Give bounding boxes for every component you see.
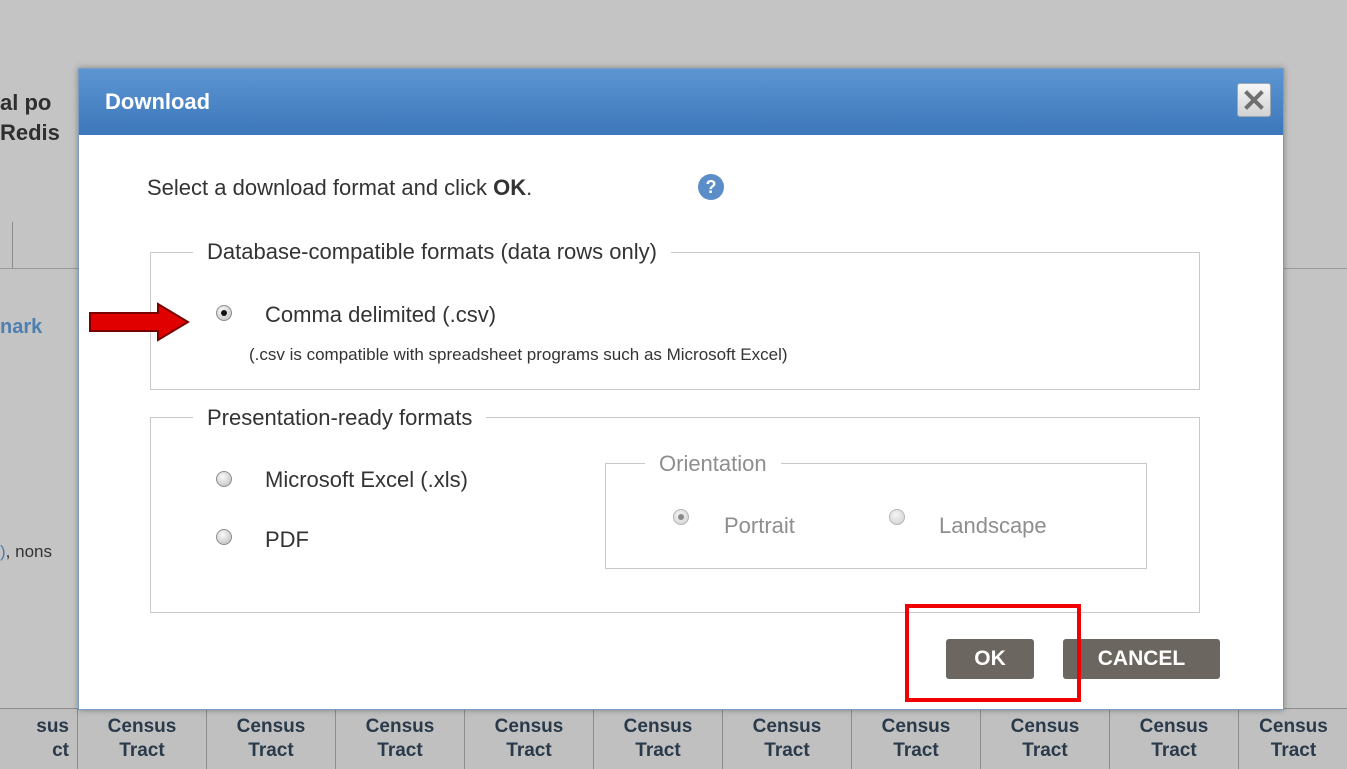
- table-header-cell: Census Tract: [593, 709, 722, 769]
- pdf-radio[interactable]: [216, 529, 232, 545]
- background-note: ), nons: [0, 542, 52, 561]
- svg-text:?: ?: [706, 177, 717, 197]
- landscape-radio[interactable]: [889, 509, 905, 525]
- background-link[interactable]: nark: [0, 316, 60, 339]
- table-header-cell: Census Tract: [980, 709, 1109, 769]
- table-header-cell: Census Tract: [722, 709, 851, 769]
- table-header-cell: Census Tract: [77, 709, 206, 769]
- table-header-cell: Census Tract: [335, 709, 464, 769]
- presentation-formats-legend: Presentation-ready formats: [193, 405, 487, 431]
- close-button[interactable]: [1237, 83, 1271, 117]
- table-header-cell: Census Tract: [206, 709, 335, 769]
- csv-label[interactable]: Comma delimited (.csv): [265, 302, 496, 328]
- cancel-button[interactable]: CANCEL: [1063, 639, 1220, 679]
- background-page-title: al po Redis: [0, 90, 60, 145]
- dialog-title: Download: [105, 89, 211, 114]
- background-tab: [0, 222, 13, 268]
- red-arrow-annotation: [89, 302, 190, 342]
- portrait-radio[interactable]: [673, 509, 689, 525]
- landscape-label[interactable]: Landscape: [939, 513, 1047, 539]
- csv-radio[interactable]: [216, 305, 232, 321]
- orientation-legend: Orientation: [645, 451, 781, 477]
- pdf-label[interactable]: PDF: [265, 527, 309, 553]
- xls-label[interactable]: Microsoft Excel (.xls): [265, 467, 468, 493]
- close-icon: [1244, 90, 1264, 110]
- dialog-header: Download: [79, 69, 1283, 135]
- table-header-cell: Census Tract: [1238, 709, 1347, 769]
- help-icon[interactable]: ?: [697, 173, 725, 201]
- ok-button[interactable]: OK: [946, 639, 1034, 679]
- table-header-cell: Census Tract: [1109, 709, 1238, 769]
- csv-note: (.csv is compatible with spreadsheet pro…: [249, 345, 788, 364]
- download-dialog: Download Select a download format and cl…: [78, 68, 1284, 710]
- table-header-cell: Census Tract: [464, 709, 593, 769]
- xls-radio[interactable]: [216, 471, 232, 487]
- portrait-label[interactable]: Portrait: [724, 513, 795, 539]
- table-header-cell: sus ct: [36, 716, 69, 761]
- database-formats-legend: Database-compatible formats (data rows o…: [193, 239, 671, 265]
- table-header-cell: Census Tract: [851, 709, 980, 769]
- dialog-instruction: Select a download format and click OK.: [147, 175, 533, 200]
- background-table-header: sus ct Census Tract Census Tract Census Tra…: [0, 708, 1347, 769]
